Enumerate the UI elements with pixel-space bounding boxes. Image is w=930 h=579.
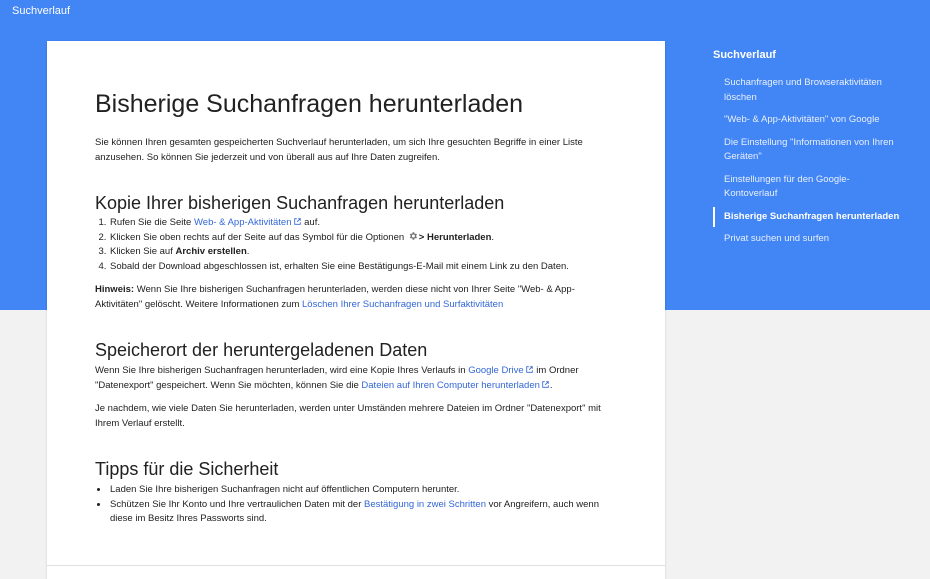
step-text: auf.: [301, 217, 320, 228]
step-text: .: [246, 246, 250, 257]
storage-paragraph: Wenn Sie Ihre bisherigen Suchanfragen he…: [95, 364, 617, 393]
paragraph-text: Wenn Sie Ihre bisherigen Suchanfragen he…: [95, 365, 469, 376]
table-of-contents: Suchverlauf Suchanfragen und Browserakti…: [713, 46, 903, 255]
section-security-tips: Tipps für die Sicherheit Laden Sie Ihre …: [95, 458, 617, 527]
multiple-files-paragraph: Je nachdem, wie viele Daten Sie herunter…: [95, 403, 601, 429]
section-heading: Speicherort der heruntergeladenen Daten: [95, 340, 428, 360]
section-download-copy: Kopie Ihrer bisherigen Suchanfragen heru…: [95, 192, 617, 312]
step-text: Klicken Sie oben rechts auf der Seite au…: [110, 231, 407, 243]
toc-item-private-browsing[interactable]: Privat suchen und surfen: [713, 232, 903, 247]
external-link-icon: [542, 380, 549, 388]
bold-text: > Herunterladen: [418, 231, 492, 243]
step-text: Klicken Sie auf: [110, 246, 176, 257]
tip-text: Schützen Sie Ihr Konto und Ihre vertraul…: [110, 498, 364, 510]
google-drive-link[interactable]: Google Drive: [468, 365, 533, 376]
list-item: Laden Sie Ihre bisherigen Suchanfragen n…: [109, 483, 617, 498]
external-link-icon: [293, 218, 301, 225]
toc-item-delete-searches[interactable]: Suchanfragen und Browseraktivitäten lösc…: [713, 76, 903, 105]
link-text: Google Drive: [468, 365, 524, 376]
link-text: Web- & App-Aktivitäten: [193, 217, 292, 228]
toc-item-device-information[interactable]: Die Einstellung "Informationen von Ihren…: [713, 136, 903, 165]
note-paragraph: Hinweis: Wenn Sie Ihre bisherigen Suchan…: [95, 283, 617, 312]
delete-activity-link[interactable]: Löschen Ihrer Suchanfragen und Surfaktiv…: [302, 299, 503, 310]
note-label: Hinweis:: [95, 284, 135, 295]
toc-item-download-searches[interactable]: Bisherige Suchanfragen herunterladen: [713, 206, 903, 227]
list-item: Sobald der Download abgeschlossen ist, e…: [109, 260, 617, 275]
external-link-icon: [525, 366, 533, 373]
list-item: Rufen Sie die Seite Web- & App-Aktivität…: [109, 216, 617, 231]
web-app-activity-link[interactable]: Web- & App-Aktivitäten: [194, 217, 302, 228]
steps-list: Rufen Sie die Seite Web- & App-Aktivität…: [95, 216, 617, 274]
divider: [47, 565, 665, 566]
toc-title[interactable]: Suchverlauf: [713, 46, 903, 64]
tips-list: Laden Sie Ihre bisherigen Suchanfragen n…: [95, 483, 617, 527]
step-text: .: [491, 231, 495, 243]
list-item: Schützen Sie Ihr Konto und Ihre vertraul…: [109, 498, 617, 527]
bold-text: Archiv erstellen: [175, 246, 247, 257]
list-item: Klicken Sie auf Archiv erstellen.: [109, 245, 617, 260]
paragraph-text: .: [549, 379, 553, 391]
two-step-verification-link[interactable]: Bestätigung in zwei Schritten: [364, 499, 486, 510]
link-text: Dateien auf Ihren Computer herunterladen: [361, 379, 540, 391]
toc-item-web-app-activity[interactable]: "Web- & App-Aktivitäten" von Google: [713, 113, 903, 128]
toc-item-account-history[interactable]: Einstellungen für den Google-Kontoverlau…: [713, 173, 903, 202]
page-title: Bisherige Suchanfragen herunterladen: [95, 90, 524, 118]
step-text: Rufen Sie die Seite: [110, 217, 194, 228]
product-title[interactable]: Suchverlauf: [12, 4, 70, 18]
list-item: Klicken Sie oben rechts auf der Seite au…: [109, 231, 617, 246]
download-files-link[interactable]: Dateien auf Ihren Computer herunterladen: [361, 380, 550, 391]
intro-paragraph: Sie können Ihren gesamten gespeicherten …: [95, 137, 583, 163]
section-heading: Kopie Ihrer bisherigen Suchanfragen heru…: [95, 193, 505, 213]
article-card: Bisherige Suchanfragen herunterladen Sie…: [47, 41, 665, 579]
section-storage-location: Speicherort der heruntergeladenen Daten …: [95, 339, 617, 431]
section-heading: Tipps für die Sicherheit: [95, 459, 279, 479]
gear-icon: [409, 231, 417, 240]
